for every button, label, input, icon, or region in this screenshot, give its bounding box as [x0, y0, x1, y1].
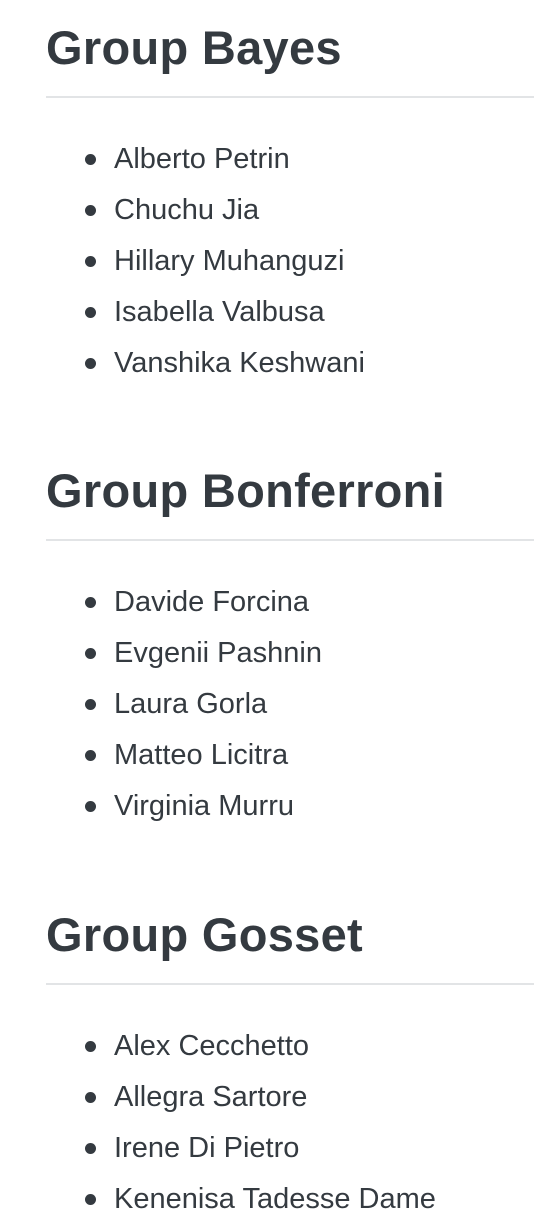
member-list: Alex Cecchetto Allegra Sartore Irene Di … — [46, 1021, 534, 1225]
member-name: Davide Forcina — [114, 586, 310, 618]
member-item: Chuchu Jia — [46, 185, 534, 236]
member-name: Chuchu Jia — [114, 194, 260, 226]
bullet-icon — [85, 307, 96, 318]
heading-divider — [46, 96, 534, 98]
group-section-bayes: Group Bayes Alberto Petrin Chuchu Jia Hi… — [46, 20, 534, 389]
bullet-icon — [85, 1143, 96, 1154]
member-name: Hillary Muhanguzi — [114, 245, 345, 277]
member-name: Evgenii Pashnin — [114, 637, 322, 669]
member-list: Davide Forcina Evgenii Pashnin Laura Gor… — [46, 577, 534, 832]
member-item: Kenenisa Tadesse Dame — [46, 1174, 534, 1225]
bullet-icon — [85, 154, 96, 165]
member-item: Allegra Sartore — [46, 1072, 534, 1123]
bullet-icon — [85, 1194, 96, 1205]
bullet-icon — [85, 205, 96, 216]
bullet-icon — [85, 256, 96, 267]
member-item: Alberto Petrin — [46, 134, 534, 185]
member-item: Hillary Muhanguzi — [46, 236, 534, 287]
member-list: Alberto Petrin Chuchu Jia Hillary Muhang… — [46, 134, 534, 389]
group-section-gosset: Group Gosset Alex Cecchetto Allegra Sart… — [46, 907, 534, 1225]
bullet-icon — [85, 648, 96, 659]
member-item: Vanshika Keshwani — [46, 338, 534, 389]
member-item: Alex Cecchetto — [46, 1021, 534, 1072]
member-item: Davide Forcina — [46, 577, 534, 628]
member-item: Laura Gorla — [46, 679, 534, 730]
member-name: Virginia Murru — [114, 790, 294, 822]
member-item: Isabella Valbusa — [46, 287, 534, 338]
member-name: Alberto Petrin — [114, 143, 290, 175]
bullet-icon — [85, 1092, 96, 1103]
member-name: Isabella Valbusa — [114, 296, 325, 328]
member-name: Laura Gorla — [114, 688, 268, 720]
group-section-bonferroni: Group Bonferroni Davide Forcina Evgenii … — [46, 463, 534, 832]
heading-divider — [46, 983, 534, 985]
member-item: Irene Di Pietro — [46, 1123, 534, 1174]
bullet-icon — [85, 358, 96, 369]
member-item: Evgenii Pashnin — [46, 628, 534, 679]
member-item: Virginia Murru — [46, 781, 534, 832]
member-name: Irene Di Pietro — [114, 1132, 300, 1164]
member-name: Allegra Sartore — [114, 1081, 308, 1113]
member-name: Matteo Licitra — [114, 739, 289, 771]
member-name: Kenenisa Tadesse Dame — [114, 1183, 436, 1215]
group-heading: Group Gosset — [46, 908, 363, 961]
bullet-icon — [85, 699, 96, 710]
bullet-icon — [85, 801, 96, 812]
group-heading: Group Bonferroni — [46, 464, 446, 517]
group-heading: Group Bayes — [46, 21, 342, 74]
member-item: Matteo Licitra — [46, 730, 534, 781]
heading-divider — [46, 539, 534, 541]
member-name: Alex Cecchetto — [114, 1030, 310, 1062]
bullet-icon — [85, 750, 96, 761]
member-name: Vanshika Keshwani — [114, 347, 365, 379]
bullet-icon — [85, 1041, 96, 1052]
bullet-icon — [85, 597, 96, 608]
